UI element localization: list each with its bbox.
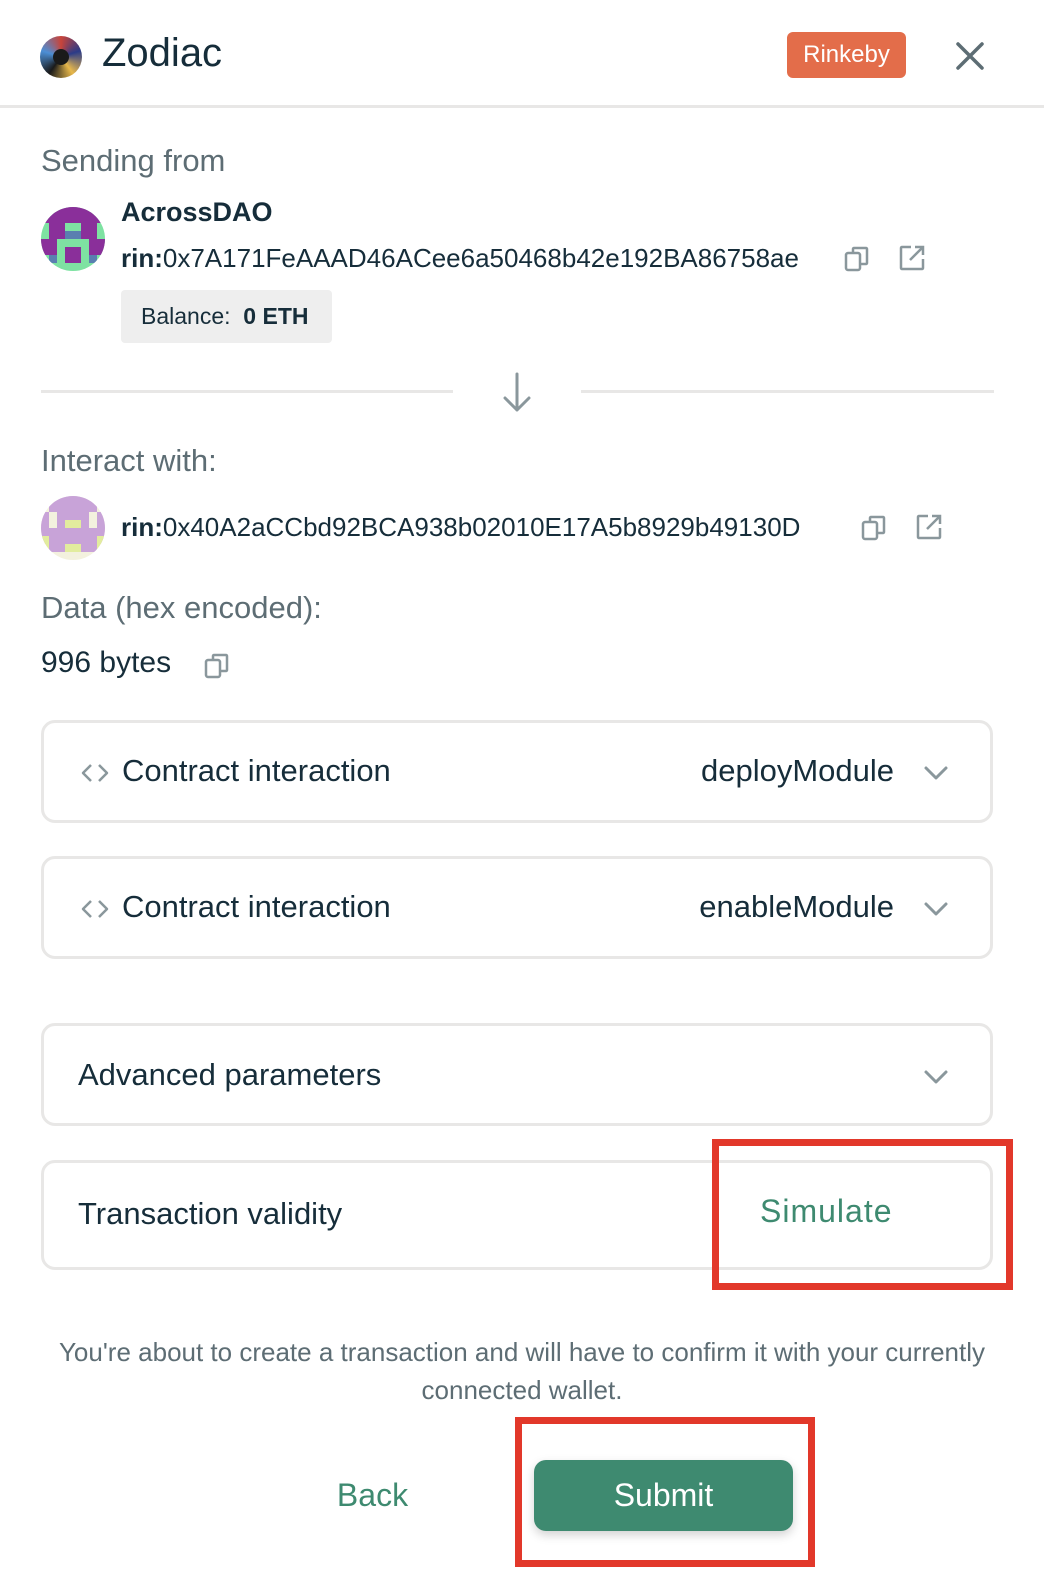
copy-data-button[interactable] [202,651,232,681]
contract-address-value: 0x40A2aCCbd92BCA938b02010E17A5b8929b4913… [162,512,801,542]
sending-from-label: Sending from [41,143,226,178]
sender-address-prefix: rin: [121,243,163,273]
copy-icon [204,653,229,679]
chevron-down-icon [924,1070,948,1084]
contract-interaction-enable-module[interactable]: Contract interaction enableModule [41,856,993,959]
interaction-method: enableModule [699,889,894,924]
copy-contract-address-button[interactable] [859,513,889,543]
confirmation-note: You're about to create a transaction and… [58,1337,986,1405]
account-name: AcrossDAO [121,197,273,227]
interaction-method: deployModule [700,753,894,788]
modal-header: Zodiac Rinkeby [0,0,1044,108]
copy-icon [844,246,869,272]
network-badge: Rinkeby [787,32,906,78]
external-link-icon [899,245,925,271]
divider-left [41,390,453,393]
zodiac-logo-icon [40,36,82,78]
interaction-title: Contract interaction [122,889,391,924]
contract-avatar [41,496,105,560]
contract-address: rin:0x40A2aCCbd92BCA938b02010E17A5b8929b… [121,512,800,543]
contract-address-prefix: rin: [121,512,163,542]
balance-chip: Balance: 0 ETH [121,290,332,343]
advanced-parameters-accordion[interactable]: Advanced parameters [41,1023,993,1126]
open-sender-explorer-button[interactable] [897,243,927,273]
sender-address-value: 0x7A171FeAAAD46ACee6a50468b42e192BA86758… [162,243,799,273]
open-contract-explorer-button[interactable] [914,512,944,542]
balance-value: 0 ETH [243,303,309,329]
chevron-down-icon [924,766,948,780]
sender-address: rin:0x7A171FeAAAD46ACee6a50468b42e192BA8… [121,243,799,274]
arrow-down-icon [503,372,531,412]
account-avatar [41,207,105,271]
code-icon [81,764,109,782]
copy-icon [861,515,886,541]
submit-highlight-box [515,1417,815,1567]
close-icon [956,42,984,70]
data-label: Data (hex encoded): [41,590,322,625]
close-button[interactable] [948,34,992,78]
external-link-icon [916,514,942,540]
simulate-highlight-box [712,1139,1013,1290]
interact-with-label: Interact with: [41,443,217,478]
balance-label: Balance: [141,303,231,329]
advanced-parameters-title: Advanced parameters [78,1057,382,1092]
divider-right [581,390,994,393]
app-title: Zodiac [102,31,223,75]
chevron-down-icon [924,902,948,916]
back-button[interactable]: Back [305,1467,440,1523]
data-size: 996 bytes [41,646,172,679]
contract-interaction-deploy-module[interactable]: Contract interaction deployModule [41,720,993,823]
interaction-title: Contract interaction [122,753,391,788]
transaction-validity-title: Transaction validity [78,1196,343,1231]
copy-sender-address-button[interactable] [842,244,872,274]
code-icon [81,900,109,918]
